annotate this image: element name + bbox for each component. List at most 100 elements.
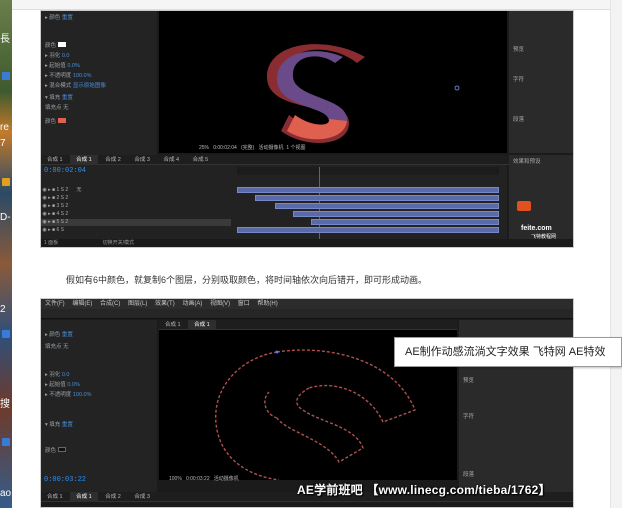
layer-duration-bar[interactable] bbox=[237, 227, 499, 233]
preview-panel-label[interactable]: 预览 bbox=[463, 376, 474, 384]
layer-index: 5 bbox=[56, 219, 60, 225]
zoom-level[interactable]: 100% bbox=[169, 476, 182, 482]
menu-file[interactable]: 文件(F) bbox=[45, 301, 65, 307]
menu-edit[interactable]: 编辑(E) bbox=[72, 301, 92, 307]
menu-effect[interactable]: 效果(T) bbox=[155, 301, 175, 307]
effect-row: ▸ 羽化 0.0 bbox=[45, 53, 70, 59]
layer-row[interactable]: ◉ ▸ ■ 3 S 2 bbox=[41, 203, 231, 210]
layer-name[interactable]: S bbox=[61, 227, 64, 233]
layer-row-selected[interactable]: ◉ ▸ ■ 5 S 2 bbox=[41, 219, 231, 226]
tab-comp[interactable]: 合成 1 bbox=[159, 320, 187, 330]
vertical-scrollbar[interactable] bbox=[610, 0, 622, 508]
character-panel-label[interactable]: 字符 bbox=[513, 75, 524, 83]
paragraph-panel-label[interactable]: 段落 bbox=[513, 115, 524, 123]
tab-comp[interactable]: 合成 1 bbox=[41, 492, 69, 502]
character-panel-label[interactable]: 字符 bbox=[463, 412, 474, 420]
effect-controls-panel: ▸ 颜色 重置 填充点 无 ▸ 羽化 0.0 ▸ 起始值 0.0% ▸ 不透明度… bbox=[41, 320, 157, 492]
link-tooltip: AE制作动感流淌文字效果 飞特网 AE特效 bbox=[394, 337, 622, 367]
effect-row: 填充点 无 bbox=[45, 344, 69, 350]
color-swatch[interactable] bbox=[57, 447, 66, 452]
effect-value[interactable]: 重置 bbox=[62, 95, 73, 101]
composition-viewer[interactable]: 25% 0:00:02:04 (完整) 活动摄像机 1 个视图 bbox=[159, 11, 507, 153]
color-swatch[interactable] bbox=[57, 42, 66, 47]
menu-window[interactable]: 窗口 bbox=[238, 301, 250, 307]
layer-row[interactable]: ◉ ▸ ■ 1 S 2 无 bbox=[41, 187, 231, 194]
layer-index: 3 bbox=[56, 203, 60, 209]
effect-row: ▸ 不透明度 100.0% bbox=[45, 73, 92, 79]
layer-row[interactable]: ◉ ▸ ■ 2 S 2 bbox=[41, 195, 231, 202]
desktop-shortcut-icon[interactable] bbox=[2, 330, 10, 338]
viewer-time: 0:00:02:04 bbox=[213, 145, 237, 151]
layer-name[interactable]: S 2 bbox=[61, 187, 69, 193]
viewer-status: 100% 0:00:03:22 活动摄像机 bbox=[169, 475, 239, 482]
effect-value[interactable]: 无 bbox=[63, 105, 69, 111]
layer-duration-bar[interactable] bbox=[255, 195, 499, 201]
right-panels: 预览 字符 段落 bbox=[509, 11, 573, 153]
effect-label: 填充点 bbox=[45, 105, 62, 111]
article-top-fragment bbox=[12, 0, 610, 10]
layer-duration-bar[interactable] bbox=[293, 211, 499, 217]
status-left: 1 面板 bbox=[44, 240, 59, 246]
layer-parent[interactable]: 无 bbox=[76, 187, 81, 193]
layer-duration-bar[interactable] bbox=[275, 203, 499, 209]
desktop-shortcut-icon[interactable] bbox=[2, 178, 10, 186]
ae-menubar: 文件(F) 编辑(E) 合成(C) 图层(L) 效果(T) 动画(A) 视图(V… bbox=[41, 299, 573, 309]
zoom-level[interactable]: 25% bbox=[199, 145, 209, 151]
menu-layer[interactable]: 图层(L) bbox=[128, 301, 147, 307]
timeline-timecode[interactable]: 0:00:02:04 bbox=[44, 167, 86, 175]
desktop-label: 7 bbox=[0, 138, 6, 149]
layer-row[interactable]: ◉ ▸ ■ 6 S bbox=[41, 227, 231, 234]
layer-name[interactable]: S 2 bbox=[61, 211, 69, 217]
menu-composition[interactable]: 合成(C) bbox=[100, 301, 120, 307]
effect-value[interactable]: 100.0% bbox=[73, 73, 92, 79]
time-ruler[interactable] bbox=[237, 167, 499, 175]
layer-index: 6 bbox=[56, 227, 60, 233]
tab-comp[interactable]: 合成 5 bbox=[187, 155, 215, 165]
tab-comp[interactable]: 合成 4 bbox=[158, 155, 186, 165]
viewer-view-select[interactable]: 活动摄像机 bbox=[259, 145, 284, 151]
ae-screenshot-2: 文件(F) 编辑(E) 合成(C) 图层(L) 效果(T) 动画(A) 视图(V… bbox=[40, 298, 574, 508]
effects-presets-label[interactable]: 效果和预设 bbox=[513, 157, 541, 165]
desktop-label: re bbox=[0, 122, 9, 133]
tab-comp-active[interactable]: 合成 1 bbox=[70, 492, 98, 502]
logo-mark-icon bbox=[517, 201, 531, 211]
desktop-shortcut-icon[interactable] bbox=[2, 72, 10, 80]
tab-comp[interactable]: 合成 3 bbox=[128, 155, 156, 165]
effect-value[interactable]: 0.0% bbox=[67, 63, 80, 69]
tab-comp[interactable]: 合成 3 bbox=[128, 492, 156, 502]
tab-comp[interactable]: 合成 2 bbox=[99, 155, 127, 165]
effect-value[interactable]: 显示原始图像 bbox=[73, 83, 106, 89]
color-swatch[interactable] bbox=[57, 118, 66, 123]
layer-name[interactable]: S 2 bbox=[61, 219, 69, 225]
viewer-tabs: 合成 1 合成 1 bbox=[159, 320, 457, 330]
menu-help[interactable]: 帮助(H) bbox=[257, 301, 277, 307]
layer-name[interactable]: S 2 bbox=[61, 195, 69, 201]
effect-value[interactable]: 0.0 bbox=[62, 53, 70, 59]
layer-index: 2 bbox=[56, 195, 60, 201]
paragraph-panel-label[interactable]: 段落 bbox=[463, 470, 474, 478]
viewer-views-select[interactable]: 1 个视图 bbox=[286, 145, 305, 151]
layer-row[interactable]: ◉ ▸ ■ 4 S 2 bbox=[41, 211, 231, 218]
layer-name[interactable]: S 2 bbox=[61, 203, 69, 209]
tab-comp[interactable]: 合成 1 bbox=[41, 155, 69, 165]
effect-row: ▾ 填充 重置 bbox=[45, 422, 73, 428]
effect-row: 颜色 bbox=[45, 117, 66, 125]
layer-duration-bar[interactable] bbox=[311, 219, 499, 225]
timeline-timecode[interactable]: 0:00:03:22 bbox=[44, 476, 86, 484]
tab-comp-active[interactable]: 合成 1 bbox=[188, 320, 216, 330]
preview-panel-label[interactable]: 预览 bbox=[513, 45, 524, 53]
menu-view[interactable]: 视图(V) bbox=[210, 301, 230, 307]
viewer-quality[interactable]: (完整) bbox=[241, 145, 254, 151]
viewer-view-select[interactable]: 活动摄像机 bbox=[214, 476, 239, 482]
article-paragraph: 假如有6中颜色，就复制6个图层，分别吸取颜色，将时间轴依次向后错开，即可形成动画… bbox=[66, 275, 428, 285]
effect-row: 颜色 bbox=[45, 446, 66, 454]
effect-row: ▾ 填充 重置 bbox=[45, 95, 73, 101]
effect-label: 起始值 bbox=[49, 63, 66, 69]
tab-comp[interactable]: 合成 2 bbox=[99, 492, 127, 502]
layer-duration-bar[interactable] bbox=[237, 187, 499, 193]
tab-comp-active[interactable]: 合成 1 bbox=[70, 155, 98, 165]
menu-animation[interactable]: 动画(A) bbox=[182, 301, 202, 307]
desktop-label: 搜 bbox=[0, 399, 10, 410]
desktop-shortcut-icon[interactable] bbox=[2, 438, 10, 446]
toggle-switches-modes[interactable]: 切换开关/模式 bbox=[103, 240, 134, 246]
